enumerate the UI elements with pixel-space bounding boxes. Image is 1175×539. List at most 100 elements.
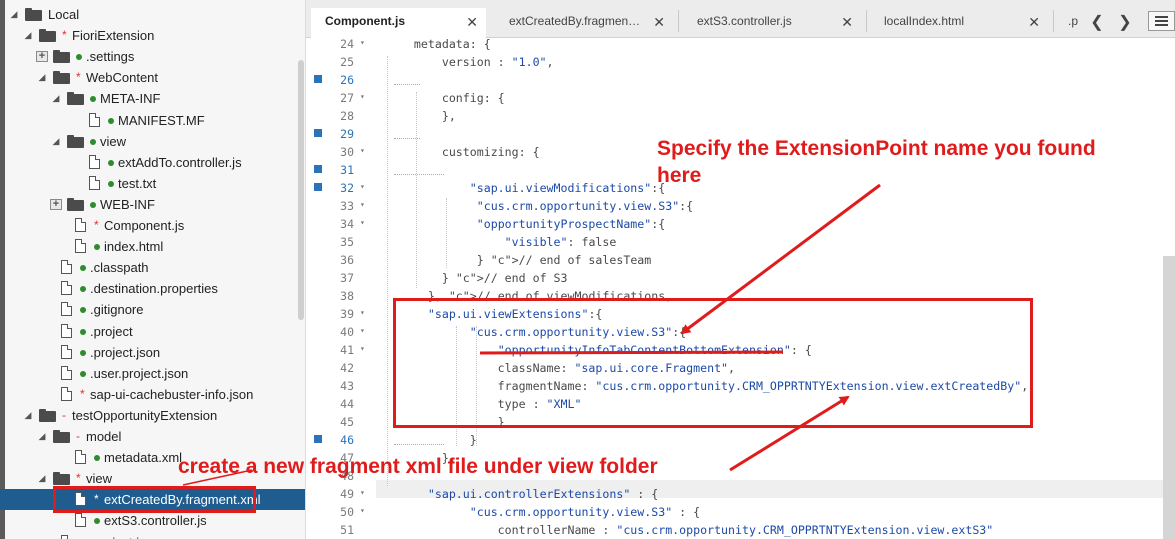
tree-item-destination[interactable]: .destination.properties	[0, 278, 305, 299]
line-number-text: 33	[340, 199, 354, 213]
code-line[interactable]: "sap.ui.controllerExtensions" : {	[386, 487, 658, 505]
tab-label: extCreatedBy.fragmen…	[509, 14, 641, 28]
chevron-left-icon[interactable]: ❮	[1089, 12, 1105, 32]
code-line[interactable]: customizing: {	[386, 145, 540, 163]
fold-icon[interactable]: ▾	[360, 182, 365, 191]
tree-item-testopp[interactable]: ◢ - testOpportunityExtension	[0, 405, 305, 426]
whitespace-marker	[394, 174, 444, 175]
fold-icon[interactable]: ▾	[360, 326, 365, 335]
git-status-icon	[76, 54, 82, 61]
chevron-right-icon[interactable]: ❯	[1117, 12, 1133, 32]
fold-icon[interactable]: ▾	[360, 506, 365, 515]
tree-item-user-project-json[interactable]: .user.project.json	[0, 363, 305, 384]
tree-item-project-json2[interactable]: .project.json	[0, 532, 305, 539]
code-line[interactable]: "sap.ui.viewModifications":{	[386, 181, 665, 199]
code-line[interactable]: },	[386, 109, 456, 127]
close-icon[interactable]: ✕	[466, 14, 478, 31]
expand-icon[interactable]: +	[36, 51, 48, 63]
tree-item-test-txt[interactable]: test.txt	[0, 173, 305, 194]
tree-item-label: extAddTo.controller.js	[118, 154, 242, 170]
change-marker-icon	[314, 75, 322, 83]
tree-item-index-html[interactable]: index.html	[0, 236, 305, 257]
collapse-icon[interactable]: ◢	[50, 93, 62, 104]
expand-icon[interactable]: +	[50, 198, 62, 210]
folder-icon	[53, 71, 70, 85]
tree-item-view[interactable]: ◢ view	[0, 131, 305, 152]
tree-item-local[interactable]: ◢ Local	[0, 4, 305, 25]
code-line[interactable]: "visible": false	[386, 235, 617, 253]
close-icon[interactable]: ✕	[1028, 14, 1040, 31]
collapse-icon[interactable]: ◢	[36, 72, 48, 83]
file-icon	[75, 218, 86, 232]
tree-item-webcontent[interactable]: ◢ * WebContent	[0, 67, 305, 88]
fold-icon[interactable]: ▾	[360, 308, 365, 317]
tree-item-label: view	[86, 471, 113, 487]
code-line[interactable]: } "c">// end of salesTeam	[386, 253, 652, 271]
editor-scrollbar[interactable]	[1163, 256, 1175, 539]
tab-label: Component.js	[325, 14, 405, 28]
tree-item-classpath[interactable]: .classpath	[0, 257, 305, 278]
fold-icon[interactable]: ▾	[360, 38, 365, 47]
code-line[interactable]: "cus.crm.opportunity.view.S3" : {	[386, 505, 700, 523]
code-line[interactable]: metadata: {	[386, 38, 491, 55]
line-number-text: 36	[340, 253, 354, 267]
tab-list-menu-icon[interactable]	[1148, 11, 1175, 31]
tree-item-model[interactable]: ◢ - model	[0, 426, 305, 447]
collapse-icon[interactable]: ◢	[8, 9, 20, 20]
tree-item-fioriextension[interactable]: ◢ * FioriExtension	[0, 25, 305, 46]
tab-exts3-controller[interactable]: extS3.controller.js ✕	[683, 8, 861, 38]
collapse-icon[interactable]: ◢	[36, 431, 48, 442]
line-number-text: 46	[340, 433, 354, 447]
tab-overflow[interactable]: .p	[1056, 8, 1082, 38]
tree-item-label: .settings	[86, 49, 135, 65]
file-icon	[75, 450, 86, 465]
tree-item-component-js[interactable]: * Component.js	[0, 215, 305, 236]
folder-icon	[67, 92, 84, 106]
fold-icon[interactable]: ▾	[360, 344, 365, 353]
tree-item-gitignore[interactable]: .gitignore	[0, 299, 305, 320]
tree-item-web-inf[interactable]: + WEB-INF	[0, 194, 305, 215]
code-line[interactable]: "cus.crm.opportunity.view.S3":{	[386, 199, 693, 217]
fold-icon[interactable]: ▾	[360, 92, 365, 101]
modified-icon: *	[80, 386, 85, 401]
fold-icon[interactable]: ▾	[360, 488, 365, 497]
code-line[interactable]: controllerName : "cus.crm.opportunity.CR…	[386, 523, 994, 539]
code-line[interactable]: config: {	[386, 91, 505, 109]
git-status-icon	[80, 286, 86, 293]
tree-item-project[interactable]: .project	[0, 321, 305, 342]
change-marker-icon	[314, 183, 322, 191]
line-number-text: 49	[340, 487, 354, 501]
fold-icon[interactable]: ▾	[360, 146, 365, 155]
code-line[interactable]: version : "1.0",	[386, 55, 554, 73]
tree-item-manifest[interactable]: MANIFEST.MF	[0, 110, 305, 131]
tree-item-label: Component.js	[104, 218, 185, 233]
collapse-icon[interactable]: ◢	[50, 136, 62, 147]
collapse-icon[interactable]: ◢	[36, 473, 48, 484]
collapse-icon[interactable]: ◢	[22, 30, 34, 41]
tree-item-cachebuster[interactable]: * sap-ui-cachebuster-info.json	[0, 384, 305, 405]
tab-component-js[interactable]: Component.js ✕	[311, 8, 486, 39]
close-icon[interactable]: ✕	[653, 14, 665, 31]
tree-item-extaddto[interactable]: extAddTo.controller.js	[0, 152, 305, 173]
collapse-icon[interactable]: ◢	[22, 410, 34, 421]
code-line[interactable]: "opportunityProspectName":{	[386, 217, 665, 235]
sidebar-scrollbar[interactable]	[298, 60, 304, 320]
tree-item-settings[interactable]: + .settings	[0, 46, 305, 67]
tree-item-exts3[interactable]: extS3.controller.js	[0, 510, 305, 531]
git-status-icon	[94, 244, 100, 251]
git-status-icon	[80, 370, 86, 377]
line-number: 49 ▾	[306, 485, 376, 503]
close-icon[interactable]: ✕	[841, 14, 853, 31]
tab-localindex-html[interactable]: localIndex.html ✕	[870, 8, 1048, 38]
tab-divider	[678, 10, 679, 32]
tab-extcreatedby-fragment[interactable]: extCreatedBy.fragmen… ✕	[495, 8, 673, 38]
fold-icon[interactable]: ▾	[360, 200, 365, 209]
tree-item-meta-inf[interactable]: ◢ META-INF	[0, 88, 305, 109]
tree-item-project-json[interactable]: .project.json	[0, 342, 305, 363]
fold-icon[interactable]: ▾	[360, 218, 365, 227]
code-line[interactable]: }	[386, 433, 477, 451]
file-icon	[61, 323, 72, 338]
code-line[interactable]: } "c">// end of S3	[386, 271, 568, 289]
file-icon	[89, 112, 100, 127]
tab-label: localIndex.html	[884, 14, 965, 28]
